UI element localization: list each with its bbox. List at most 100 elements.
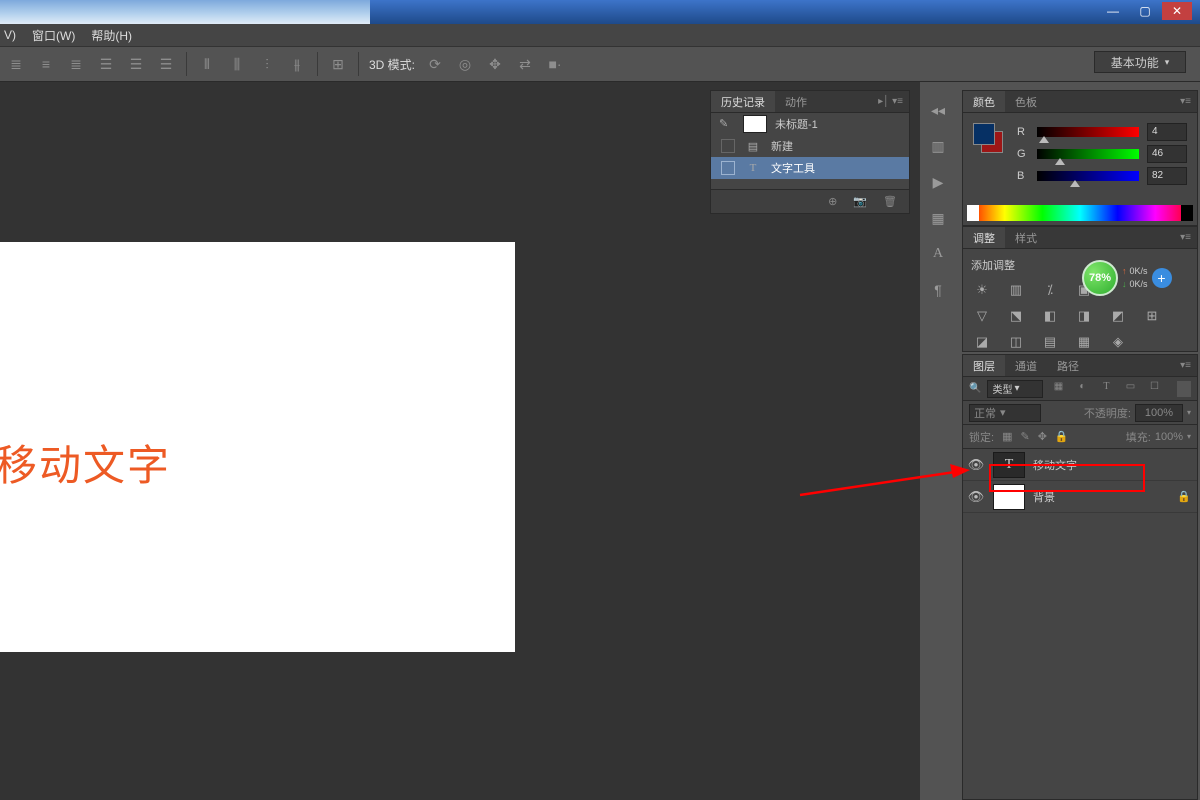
align-left-icon[interactable]: ≣ xyxy=(6,54,26,74)
slide-icon[interactable]: ⇄ xyxy=(515,54,535,74)
brush-preset-icon[interactable]: ▥ xyxy=(925,134,951,158)
visibility-eye-icon[interactable]: 👁 xyxy=(967,489,985,505)
roll-icon[interactable]: ◎ xyxy=(455,54,475,74)
foreground-color[interactable] xyxy=(973,123,995,145)
history-step[interactable]: T 文字工具 xyxy=(711,157,909,179)
speed-ball[interactable]: 78% xyxy=(1082,260,1118,296)
filter-type-icon[interactable]: T xyxy=(1097,381,1115,397)
channel-value-input[interactable]: 4 xyxy=(1147,123,1187,141)
levels-icon[interactable]: ▥ xyxy=(1005,281,1027,299)
vibrance-icon[interactable]: ▽ xyxy=(971,307,993,325)
auto-align-icon[interactable]: ⊞ xyxy=(328,54,348,74)
snapshot-icon[interactable]: 📷 xyxy=(853,195,867,208)
channel-mixer-icon[interactable]: ⊞ xyxy=(1141,307,1163,325)
threshold-icon[interactable]: ▤ xyxy=(1039,333,1061,351)
panel-menu-button[interactable]: ▾≡ xyxy=(1174,227,1197,248)
lock-pixels-icon[interactable]: ✎ xyxy=(1020,430,1029,443)
align-bottom-icon[interactable]: ☰ xyxy=(156,54,176,74)
window-maximize-button[interactable]: ▢ xyxy=(1130,2,1160,20)
fill-input[interactable]: 100% xyxy=(1155,431,1183,443)
filter-shape-icon[interactable]: ▭ xyxy=(1121,381,1139,397)
history-marker[interactable] xyxy=(721,161,735,175)
lock-position-icon[interactable]: ✥ xyxy=(1038,430,1047,443)
posterize-icon[interactable]: ◫ xyxy=(1005,333,1027,351)
curves-icon[interactable]: ⁒ xyxy=(1039,281,1061,299)
scale-icon[interactable]: ■· xyxy=(545,54,565,74)
gradient-map-icon[interactable]: ▦ xyxy=(1073,333,1095,351)
photo-filter-icon[interactable]: ◩ xyxy=(1107,307,1129,325)
color-slider-r[interactable] xyxy=(1037,127,1139,137)
selective-color-icon[interactable]: ◈ xyxy=(1107,333,1129,351)
distribute-v-icon[interactable]: ⫼ xyxy=(227,54,247,74)
tab-actions[interactable]: 动作 xyxy=(775,91,817,112)
layer-name[interactable]: 背景 xyxy=(1033,489,1169,505)
paragraph-panel-icon[interactable]: ¶ xyxy=(925,278,951,302)
brightness-icon[interactable]: ☀ xyxy=(971,281,993,299)
tab-layers[interactable]: 图层 xyxy=(963,355,1005,376)
blend-mode-select[interactable]: 正常▾ xyxy=(969,404,1041,422)
window-minimize-button[interactable]: — xyxy=(1098,2,1128,20)
history-step[interactable]: ▤ 新建 xyxy=(711,135,909,157)
trash-icon[interactable]: 🗑 xyxy=(883,195,897,208)
menu-item-window[interactable]: 窗口(W) xyxy=(32,27,75,44)
tab-swatches[interactable]: 色板 xyxy=(1005,91,1047,112)
tab-color[interactable]: 颜色 xyxy=(963,91,1005,112)
tab-adjustments[interactable]: 调整 xyxy=(963,227,1005,248)
tab-channels[interactable]: 通道 xyxy=(1005,355,1047,376)
layer-name[interactable]: 移动文字 xyxy=(1033,457,1191,473)
panel-menu-button[interactable]: ▸│ ▾≡ xyxy=(872,91,909,112)
distribute-center-icon[interactable]: ⫶ xyxy=(257,54,277,74)
opacity-input[interactable]: 100% xyxy=(1135,404,1183,422)
distribute-h-icon[interactable]: ⫴ xyxy=(197,54,217,74)
align-center-icon[interactable]: ≡ xyxy=(36,54,56,74)
filter-search-icon[interactable]: 🔍 xyxy=(969,383,981,394)
lock-all-icon[interactable]: 🔒 xyxy=(1055,430,1069,443)
align-top-icon[interactable]: ☰ xyxy=(96,54,116,74)
orbit-icon[interactable]: ⟳ xyxy=(425,54,445,74)
visibility-eye-icon[interactable]: 👁 xyxy=(967,457,985,473)
filter-pixel-icon[interactable]: ▦ xyxy=(1049,381,1067,397)
accelerate-button[interactable]: + xyxy=(1152,268,1172,288)
distribute-h2-icon[interactable]: ⫵ xyxy=(287,54,307,74)
tab-styles[interactable]: 样式 xyxy=(1005,227,1047,248)
menu-item-view[interactable]: V) xyxy=(4,28,16,42)
filter-adjust-icon[interactable]: ◐ xyxy=(1073,381,1091,397)
channel-value-input[interactable]: 46 xyxy=(1147,145,1187,163)
filter-type-select[interactable]: 类型▾ xyxy=(987,380,1043,398)
channel-value-input[interactable]: 82 xyxy=(1147,167,1187,185)
color-slider-b[interactable] xyxy=(1037,171,1139,181)
align-middle-icon[interactable]: ☰ xyxy=(126,54,146,74)
filter-smart-icon[interactable]: ☐ xyxy=(1145,381,1163,397)
tab-history[interactable]: 历史记录 xyxy=(711,91,775,112)
filter-toggle[interactable] xyxy=(1177,381,1191,397)
new-doc-from-state-icon[interactable]: ⊕ xyxy=(828,195,837,208)
document-canvas[interactable]: 移动文字 xyxy=(0,242,515,652)
menu-item-help[interactable]: 帮助(H) xyxy=(91,27,132,44)
color-balance-icon[interactable]: ◧ xyxy=(1039,307,1061,325)
clone-src-icon[interactable]: ▦ xyxy=(925,206,951,230)
canvas-text-layer[interactable]: 移动文字 xyxy=(0,432,171,493)
expand-dock-icon[interactable]: ◂◂ xyxy=(925,98,951,122)
chevron-down-icon[interactable]: ▾ xyxy=(1187,408,1191,417)
workspace-selector[interactable]: 基本功能 ▾ xyxy=(1094,51,1186,73)
invert-icon[interactable]: ◪ xyxy=(971,333,993,351)
layer-thumb[interactable] xyxy=(993,484,1025,510)
foreground-background-swatch[interactable] xyxy=(973,123,1003,153)
hue-icon[interactable]: ⬔ xyxy=(1005,307,1027,325)
history-document-row[interactable]: ✎ 未标题-1 xyxy=(711,113,909,135)
color-slider-g[interactable] xyxy=(1037,149,1139,159)
history-marker[interactable] xyxy=(721,139,735,153)
bw-icon[interactable]: ◨ xyxy=(1073,307,1095,325)
tab-paths[interactable]: 路径 xyxy=(1047,355,1089,376)
layer-row[interactable]: 👁 背景 🔒 xyxy=(963,481,1197,513)
pan-icon[interactable]: ✥ xyxy=(485,54,505,74)
play-icon[interactable]: ▶ xyxy=(925,170,951,194)
network-speed-widget[interactable]: 78% ↑0K/s ↓0K/s + xyxy=(1082,258,1200,298)
chevron-down-icon[interactable]: ▾ xyxy=(1187,432,1191,441)
color-spectrum[interactable] xyxy=(967,205,1193,221)
align-right-icon[interactable]: ≣ xyxy=(66,54,86,74)
lock-transparent-icon[interactable]: ▦ xyxy=(1002,430,1012,443)
panel-menu-button[interactable]: ▾≡ xyxy=(1174,91,1197,112)
layer-thumb[interactable]: T xyxy=(993,452,1025,478)
window-close-button[interactable]: ✕ xyxy=(1162,2,1192,20)
